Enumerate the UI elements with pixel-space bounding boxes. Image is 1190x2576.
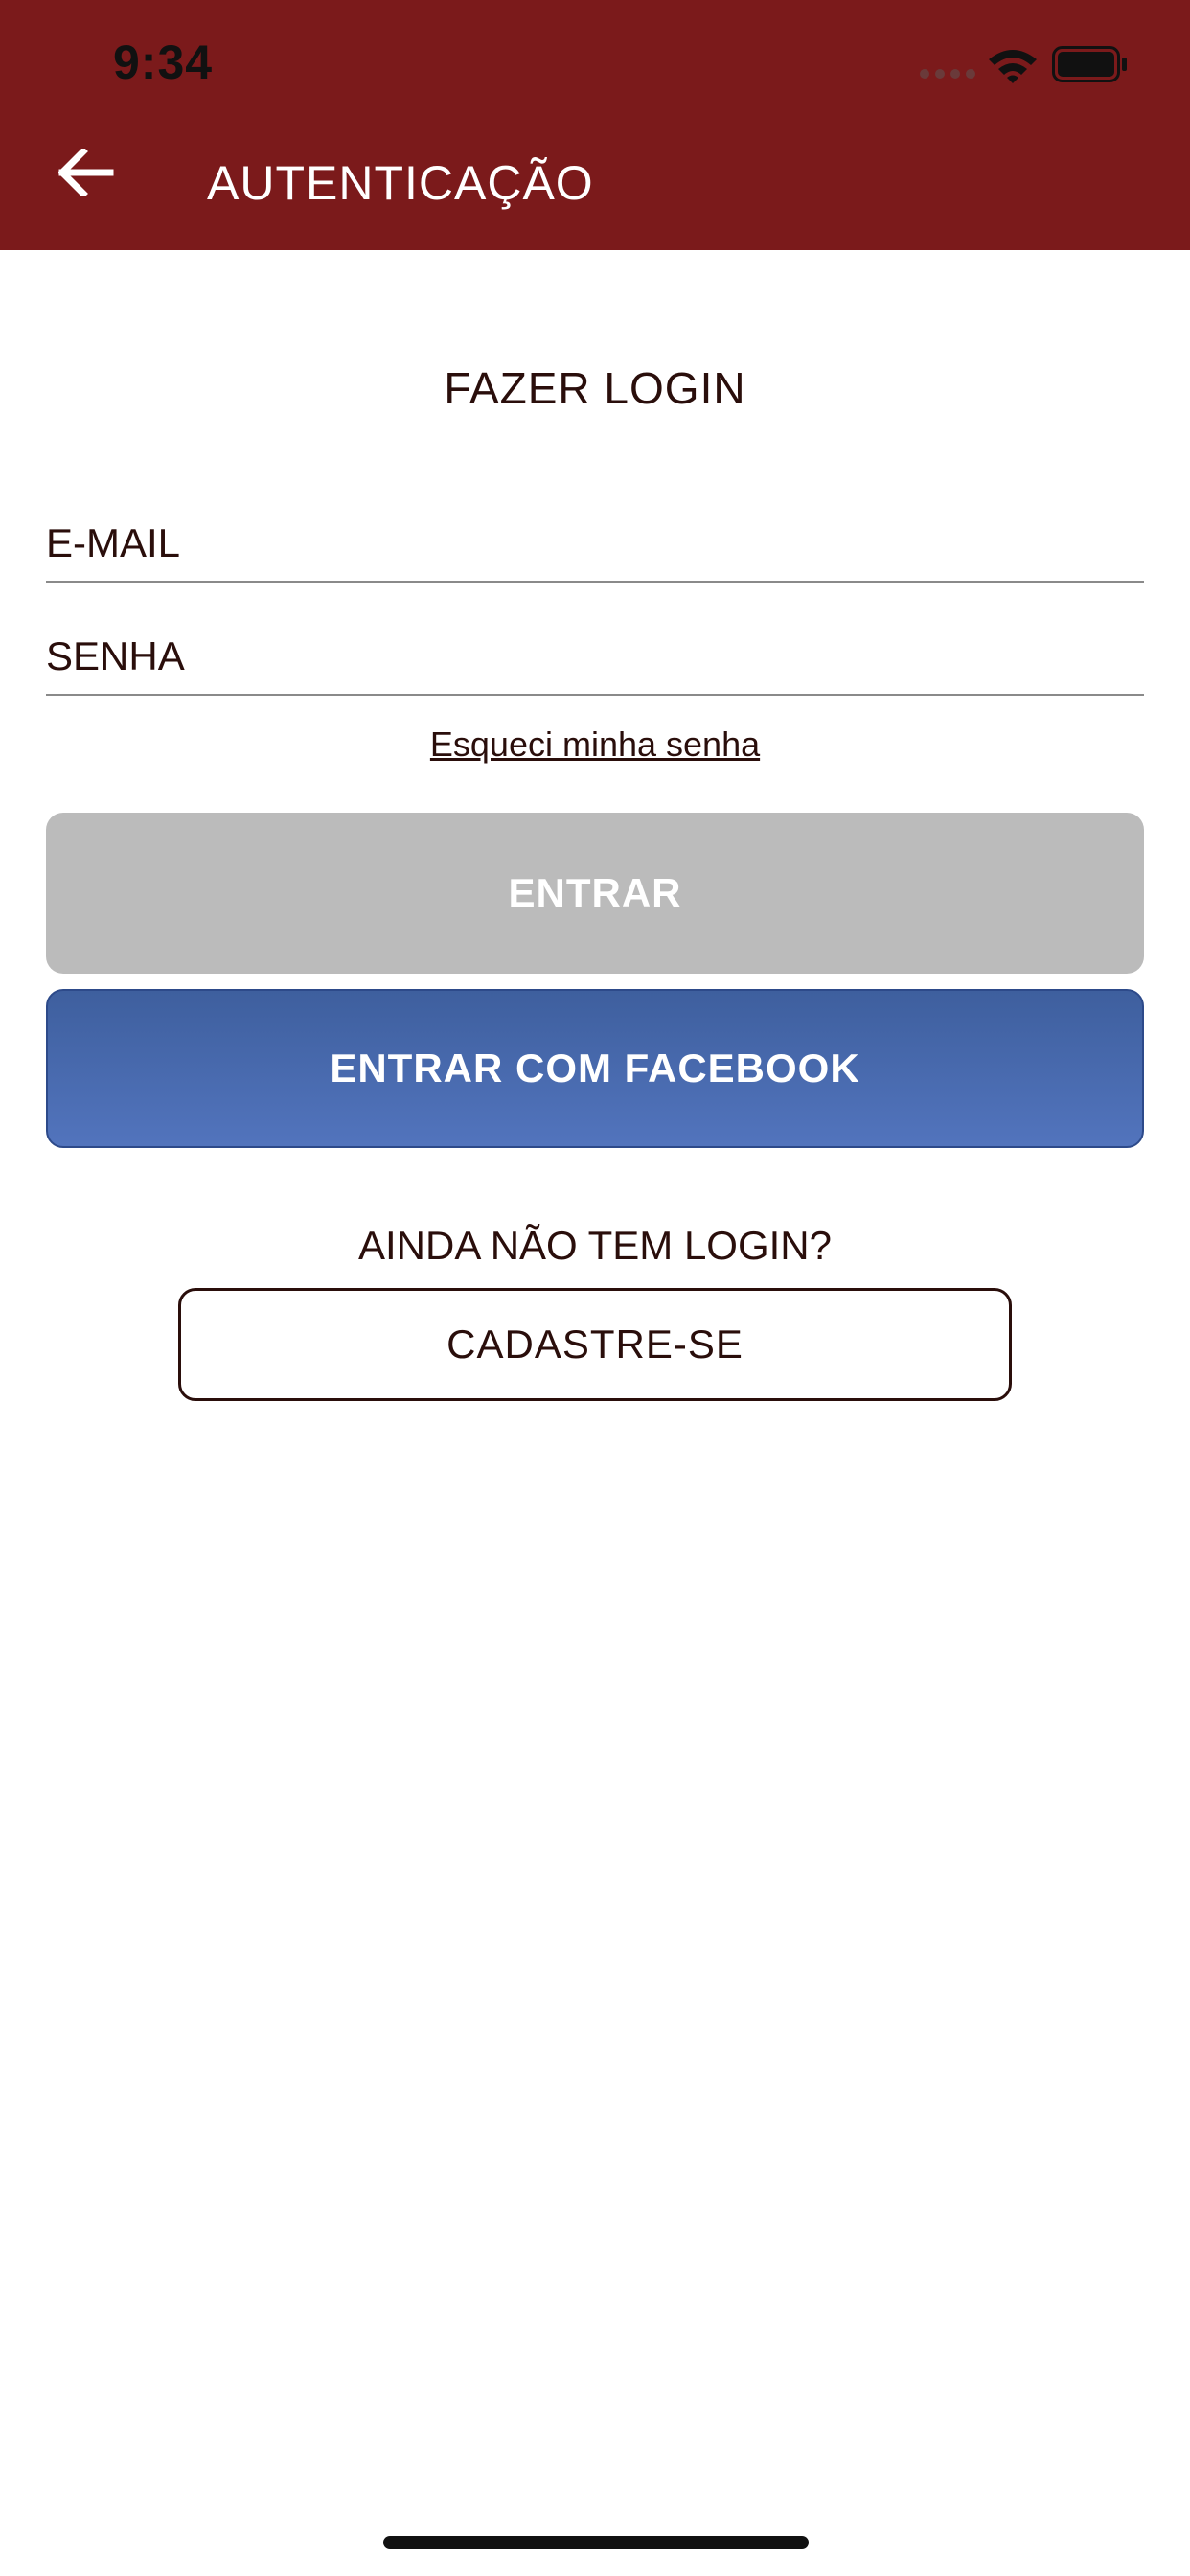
facebook-login-button[interactable]: ENTRAR COM FACEBOOK [46,989,1144,1148]
signal-icon [920,69,975,80]
status-time: 9:34 [113,35,214,89]
arrow-left-icon [58,149,114,196]
password-field[interactable] [46,619,1144,696]
signup-button[interactable]: CADASTRE-SE [178,1288,1012,1401]
no-login-prompt: AINDA NÃO TEM LOGIN? [357,1223,832,1268]
email-field[interactable] [46,506,1144,583]
app-header: 9:34 AUTENTICAÇÃO [0,0,1190,250]
forgot-password-link[interactable]: Esqueci minha senha [0,724,1190,765]
login-title: FAZER LOGIN [444,363,746,413]
wifi-icon [989,50,1037,83]
login-button[interactable]: ENTRAR [46,813,1144,974]
page-title: AUTENTICAÇÃO [207,156,594,210]
battery-icon [1052,46,1127,82]
home-indicator[interactable] [383,2536,809,2549]
back-button[interactable] [48,134,125,211]
